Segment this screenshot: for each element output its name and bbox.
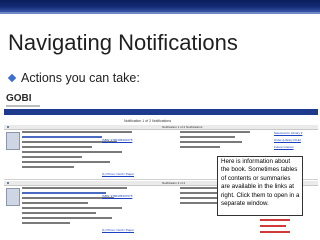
row-header-text: Notification 1 of 2 Notifications <box>162 125 203 129</box>
alert-text <box>260 225 286 227</box>
slide-top-bar-edge <box>0 12 320 14</box>
slide-title: Navigating Notifications <box>8 30 238 55</box>
row-checkbox[interactable] <box>7 182 9 184</box>
future-interest-link[interactable]: Future Interest <box>274 145 316 149</box>
isbn-link[interactable]: ISBN: 9780195301075 <box>102 138 132 142</box>
isbn-link[interactable]: ISBN: 9780195337075 <box>102 194 132 198</box>
price-metadata <box>180 131 258 151</box>
meta-line <box>22 151 122 153</box>
alert-text <box>260 219 290 221</box>
slide-top-bar <box>0 0 320 12</box>
meta-line <box>22 131 132 133</box>
book-cover-thumbnail[interactable] <box>6 188 20 206</box>
bullet-text: Actions you can take: <box>21 71 140 85</box>
gobi-logo: GOBI <box>6 93 32 104</box>
alert-text <box>260 231 290 233</box>
meta-line <box>22 217 112 219</box>
row-header-text: Notification 2 of 2 <box>162 181 186 185</box>
meta-line <box>22 192 106 194</box>
meta-line <box>22 207 122 209</box>
meta-line <box>22 156 82 158</box>
meta-line <box>22 136 102 138</box>
meta-line <box>22 166 74 168</box>
bullet-icon <box>8 74 16 82</box>
book-metadata <box>22 131 142 171</box>
meta-line <box>22 202 88 204</box>
meta-line <box>22 161 110 163</box>
meta-line <box>22 212 96 214</box>
logo-underline <box>6 105 40 107</box>
meta-line <box>180 146 220 148</box>
book-metadata <box>22 187 142 227</box>
selected-for-library-link[interactable]: Selected for Library ▾ <box>274 131 316 135</box>
meta-line <box>180 131 250 133</box>
book-cover-thumbnail[interactable] <box>6 132 20 150</box>
meta-line <box>22 187 127 189</box>
meta-line <box>22 197 114 199</box>
meta-line <box>22 146 92 148</box>
status-link[interactable]: (1) Prices: Cloth / Paper <box>102 228 134 232</box>
meta-line <box>22 222 70 224</box>
window-header: Notification 1 of 2 Notifications <box>124 119 172 123</box>
order-link[interactable]: Order (Library FILE) <box>274 138 316 142</box>
action-links: Selected for Library ▾ Order (Library FI… <box>274 131 316 152</box>
status-link[interactable]: (1) Prices: Cloth / Paper <box>102 172 134 176</box>
bullet-item: Actions you can take: <box>8 71 140 85</box>
info-callout: Here is information about the book. Some… <box>217 156 303 216</box>
row-checkbox[interactable] <box>7 126 9 128</box>
meta-line <box>180 141 242 143</box>
gobi-nav-bar <box>4 109 318 115</box>
row-header: Notification 1 of 2 Notifications <box>4 125 318 130</box>
meta-line <box>180 136 235 138</box>
